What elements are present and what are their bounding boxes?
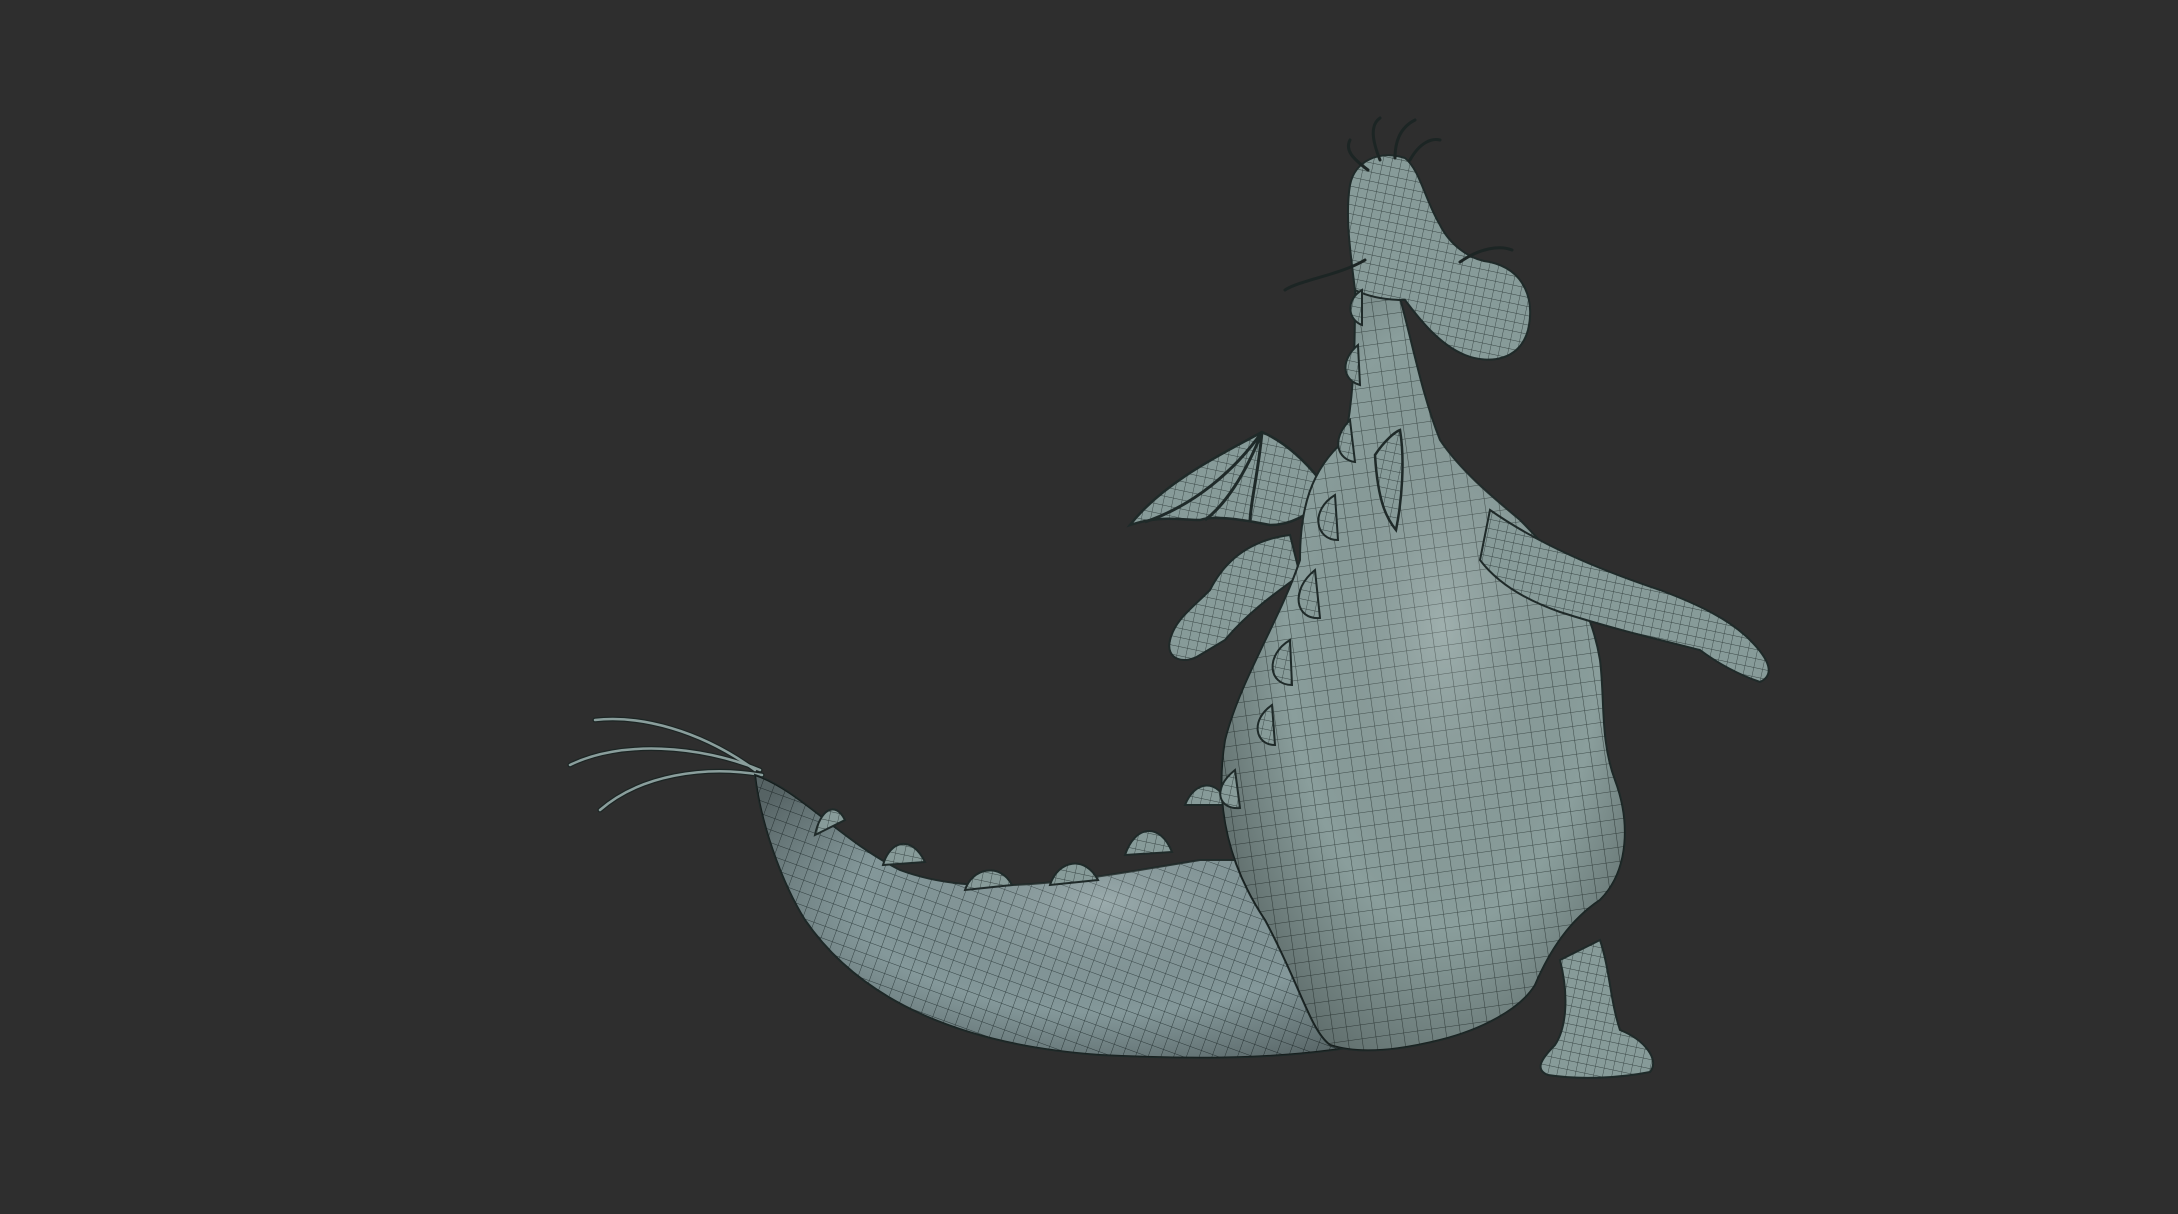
tail-tip-spikes [567, 716, 765, 813]
hind-leg [1539, 938, 1655, 1079]
wing-left [1126, 430, 1322, 528]
dragon-model [567, 116, 1770, 1079]
sculpt-viewport[interactable] [0, 0, 2178, 1214]
